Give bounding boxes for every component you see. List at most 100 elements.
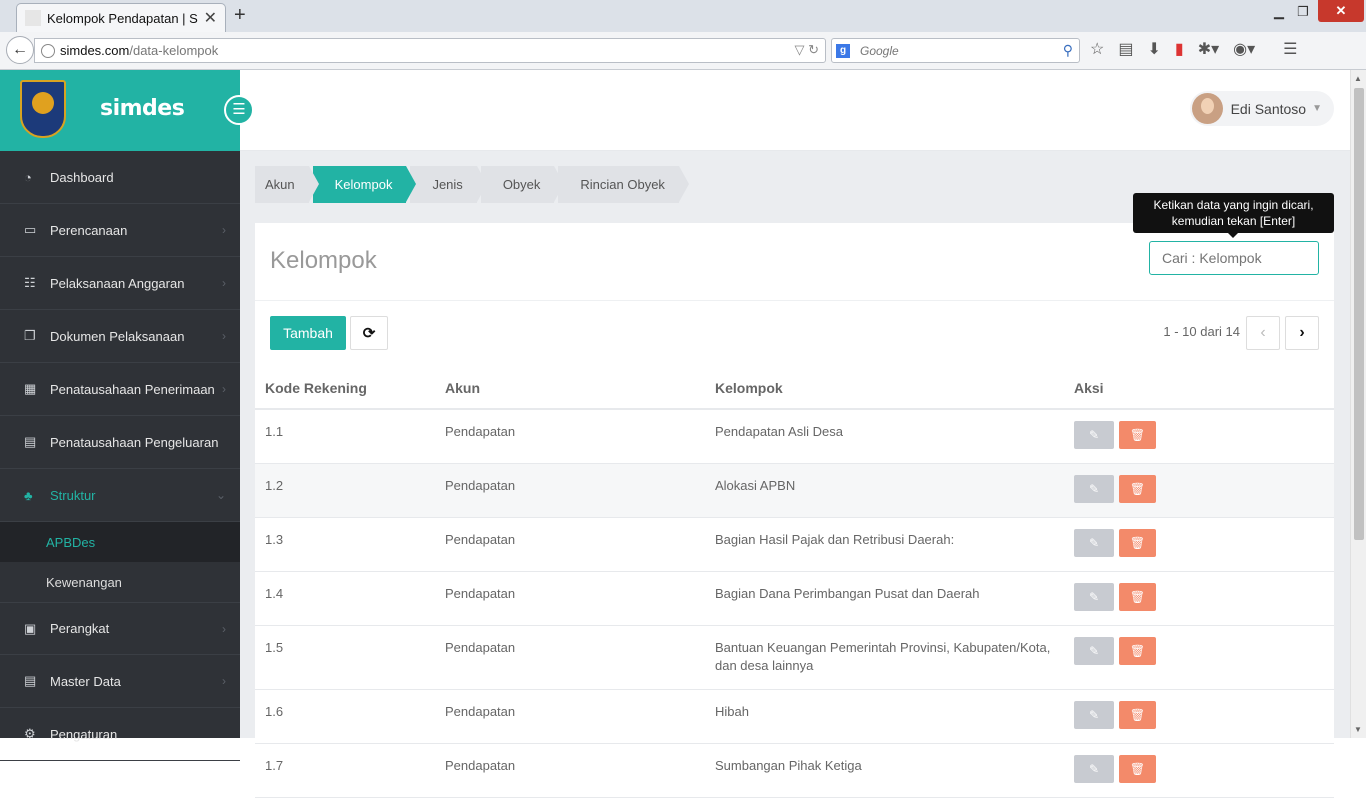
- reload-icon[interactable]: ▽ ↻: [794, 42, 819, 58]
- sidebar-item-penatausahaan-pengeluaran[interactable]: ▤ Penatausahaan Pengeluaran: [0, 416, 240, 469]
- delete-button[interactable]: 🗑: [1119, 637, 1156, 665]
- cell-aksi: ✎ 🗑: [1064, 743, 1334, 798]
- sidebar-item-perangkat[interactable]: ▣ Perangkat ›: [0, 602, 240, 655]
- edit-button[interactable]: ✎: [1074, 529, 1114, 557]
- cell-kelompok: Alokasi APBN: [705, 463, 1064, 518]
- cell-kode: 1.1: [255, 409, 435, 464]
- column-header-kelompok[interactable]: Kelompok: [705, 367, 1064, 410]
- page-title: Kelompok: [270, 247, 377, 274]
- maximize-icon[interactable]: ❐: [1294, 3, 1312, 23]
- cell-aksi: ✎ 🗑: [1064, 517, 1334, 572]
- edit-button[interactable]: ✎: [1074, 475, 1114, 503]
- refresh-button[interactable]: ⟳: [350, 316, 388, 350]
- cell-kelompok: Pendapatan Asli Desa: [705, 409, 1064, 464]
- sidebar-item-perencanaan[interactable]: ▭ Perencanaan ›: [0, 204, 240, 257]
- column-header-akun[interactable]: Akun: [435, 367, 705, 410]
- cell-kelompok: Hibah: [705, 689, 1064, 744]
- cell-kode: 1.5: [255, 625, 435, 690]
- data-table: Kode Rekening Akun Kelompok Aksi 1.1 Pen…: [255, 367, 1334, 798]
- sidebar-item-pengaturan[interactable]: ⚙ Pengaturan: [0, 708, 240, 761]
- caret-down-icon: ▼: [1312, 103, 1322, 114]
- breadcrumb-rincian-obyek[interactable]: Rincian Obyek: [558, 166, 689, 203]
- new-tab-icon[interactable]: +: [234, 4, 246, 27]
- delete-button[interactable]: 🗑: [1119, 529, 1156, 557]
- cell-akun: Pendapatan: [435, 409, 705, 464]
- table-row: 1.4 Pendapatan Bagian Dana Perimbangan P…: [255, 571, 1334, 626]
- user-menu[interactable]: Edi Santoso ▼: [1189, 91, 1334, 126]
- delete-button[interactable]: 🗑: [1119, 701, 1156, 729]
- gear-icon: ⚙: [24, 726, 36, 741]
- add-button[interactable]: Tambah: [270, 316, 346, 350]
- browser-search[interactable]: g Google ⚲: [831, 38, 1080, 63]
- cell-kelompok: Bagian Hasil Pajak dan Retribusi Daerah:: [705, 517, 1064, 572]
- browser-tab[interactable]: Kelompok Pendapatan | Si... ✕: [16, 3, 226, 32]
- delete-button[interactable]: 🗑: [1119, 583, 1156, 611]
- cell-aksi: ✎ 🗑: [1064, 409, 1334, 464]
- sidebar-item-master-data[interactable]: ▤ Master Data ›: [0, 655, 240, 708]
- sidebar-item-label: Penatausahaan Penerimaan: [50, 381, 215, 397]
- cell-kode: 1.6: [255, 689, 435, 744]
- edit-button[interactable]: ✎: [1074, 421, 1114, 449]
- sidebar-item-dashboard[interactable]: ◔ Dashboard: [0, 151, 240, 204]
- extension-icon[interactable]: ▮: [1175, 39, 1184, 59]
- chevron-right-icon: ›: [222, 223, 226, 237]
- browser-navbar: ← simdes.com/data-kelompok ▽ ↻ g Google …: [0, 32, 1366, 70]
- close-window-icon[interactable]: ✕: [1318, 0, 1364, 22]
- edit-button[interactable]: ✎: [1074, 755, 1114, 783]
- sidebar-subitem-kewenangan[interactable]: Kewenangan: [0, 562, 240, 602]
- table-row: 1.6 Pendapatan Hibah ✎ 🗑: [255, 689, 1334, 744]
- breadcrumb-jenis[interactable]: Jenis: [410, 166, 488, 203]
- dashboard-icon: ◔: [24, 169, 32, 185]
- cell-aksi: ✎ 🗑: [1064, 625, 1334, 690]
- breadcrumb-obyek[interactable]: Obyek: [480, 166, 564, 203]
- sidebar-toggle-icon[interactable]: ☰: [224, 95, 254, 125]
- chevron-right-icon: ›: [222, 674, 226, 688]
- cell-akun: Pendapatan: [435, 463, 705, 518]
- breadcrumb-kelompok[interactable]: Kelompok: [312, 166, 417, 203]
- sidebar-item-pelaksanaan-anggaran[interactable]: ☷ Pelaksanaan Anggaran ›: [0, 257, 240, 310]
- minimize-icon[interactable]: ▁: [1270, 3, 1288, 23]
- panel-header: Kelompok: [255, 223, 1334, 301]
- menu-icon[interactable]: ☰: [1283, 39, 1297, 59]
- sidebar-subitem-apbdes[interactable]: APBDes: [0, 522, 240, 562]
- breadcrumb-akun[interactable]: Akun: [255, 166, 319, 203]
- bookmark-star-icon[interactable]: ☆: [1090, 39, 1104, 59]
- delete-button[interactable]: 🗑: [1119, 755, 1156, 783]
- sidebar-item-label: Master Data: [50, 673, 121, 689]
- cell-akun: Pendapatan: [435, 625, 705, 690]
- address-bar[interactable]: simdes.com/data-kelompok ▽ ↻: [34, 38, 826, 63]
- documents-icon: ❐: [24, 328, 36, 343]
- cell-akun: Pendapatan: [435, 571, 705, 626]
- page-scrollbar[interactable]: ▲ ▼: [1350, 70, 1366, 738]
- chevron-right-icon: ›: [222, 329, 226, 343]
- sidebar-item-struktur[interactable]: ♣ Struktur ⌄: [0, 469, 240, 522]
- edit-button[interactable]: ✎: [1074, 583, 1114, 611]
- scrollbar-thumb[interactable]: [1354, 88, 1364, 540]
- sidebar-item-dokumen-pelaksanaan[interactable]: ❐ Dokumen Pelaksanaan ›: [0, 310, 240, 363]
- theme-icon[interactable]: ◉▾: [1233, 39, 1255, 59]
- prev-page-button[interactable]: ‹: [1246, 316, 1280, 350]
- search-input[interactable]: [1149, 241, 1319, 275]
- sidebar-item-penatausahaan-penerimaan[interactable]: ▦ Penatausahaan Penerimaan ›: [0, 363, 240, 416]
- addon-icon[interactable]: ✱▾: [1198, 39, 1219, 59]
- main-content: Akun Kelompok Jenis Obyek Rincian Obyek …: [240, 151, 1350, 798]
- avatar: [1191, 93, 1223, 124]
- search-icon[interactable]: ⚲: [1063, 42, 1073, 59]
- scroll-down-icon[interactable]: ▼: [1354, 725, 1362, 734]
- download-icon[interactable]: ⬇: [1147, 39, 1160, 59]
- delete-button[interactable]: 🗑: [1119, 421, 1156, 449]
- back-icon[interactable]: ←: [6, 36, 34, 64]
- delete-button[interactable]: 🗑: [1119, 475, 1156, 503]
- favicon-icon: [25, 10, 41, 26]
- cell-aksi: ✎ 🗑: [1064, 689, 1334, 744]
- next-page-button[interactable]: ›: [1285, 316, 1319, 350]
- reading-list-icon[interactable]: ▤: [1118, 39, 1133, 59]
- globe-icon: [41, 43, 55, 58]
- sidebar-item-label: Pelaksanaan Anggaran: [50, 275, 185, 291]
- sidebar-item-label: Dokumen Pelaksanaan: [50, 328, 185, 344]
- scroll-up-icon[interactable]: ▲: [1354, 74, 1362, 83]
- close-tab-icon[interactable]: ✕: [204, 8, 217, 28]
- column-header-kode[interactable]: Kode Rekening: [255, 367, 435, 410]
- edit-button[interactable]: ✎: [1074, 701, 1114, 729]
- edit-button[interactable]: ✎: [1074, 637, 1114, 665]
